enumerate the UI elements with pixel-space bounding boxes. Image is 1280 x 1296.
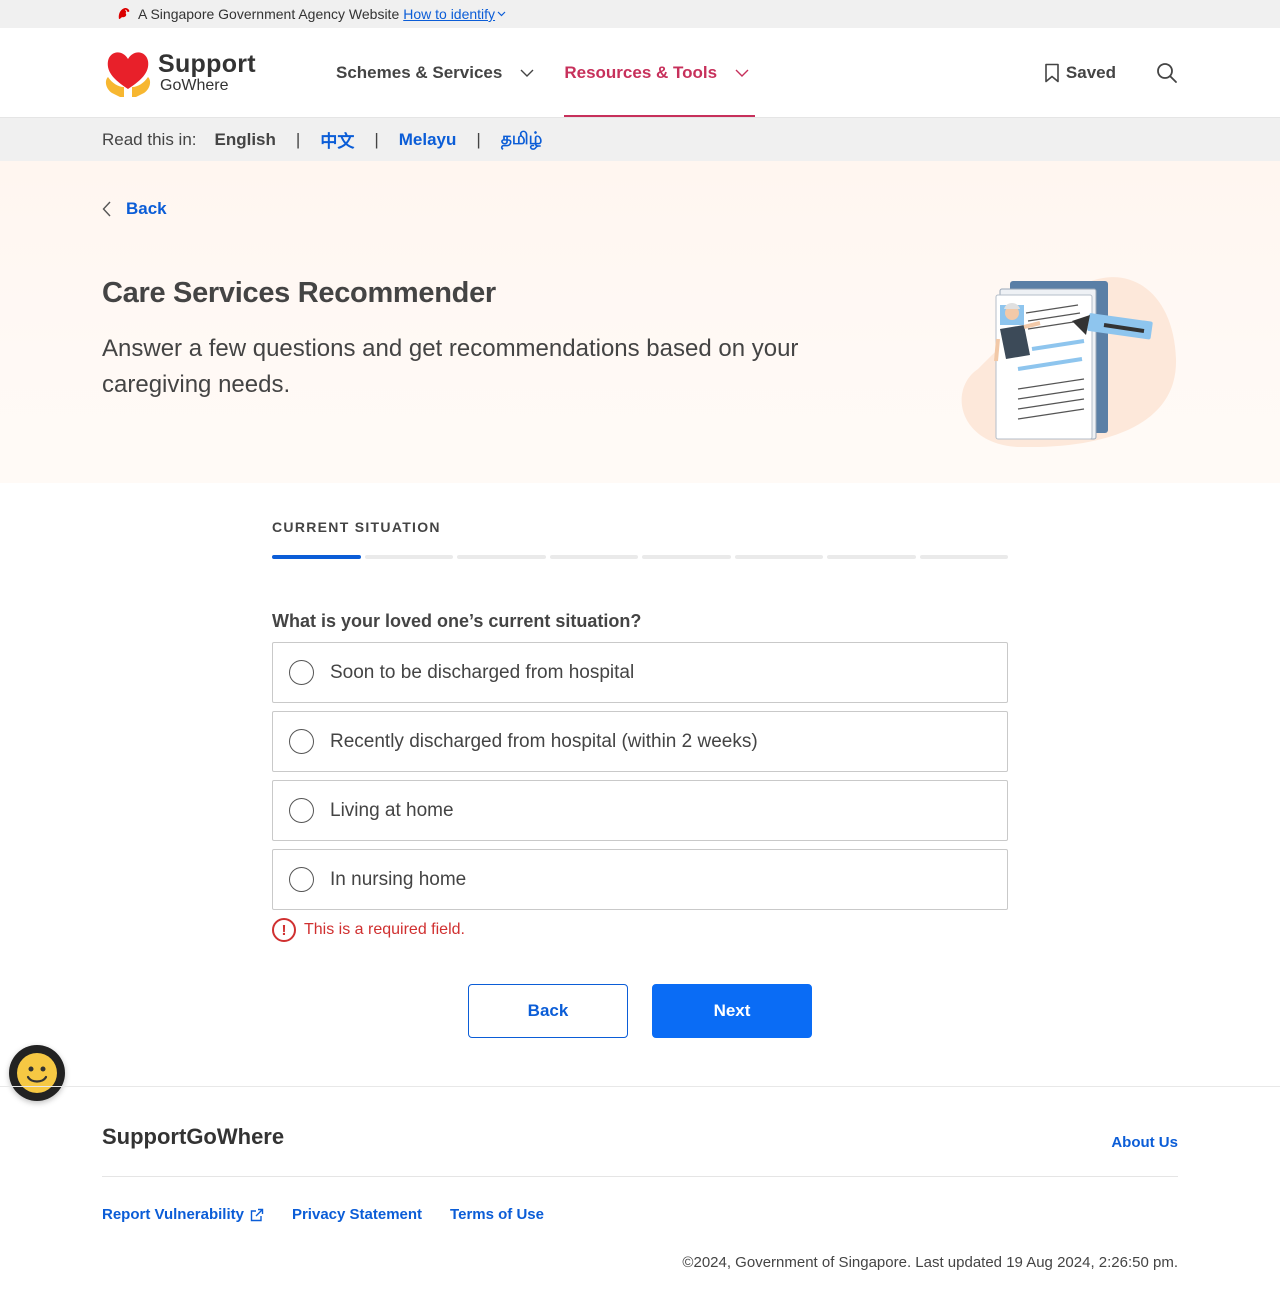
nav-label: Schemes & Services <box>336 62 503 82</box>
nav-resources-tools[interactable]: Resources & Tools <box>564 28 755 117</box>
required-field-error: ! This is a required field. <box>272 918 1008 942</box>
chatbot-button[interactable] <box>9 1045 65 1101</box>
option-soon-discharged[interactable]: Soon to be discharged from hospital <box>272 642 1008 703</box>
error-icon: ! <box>272 918 296 942</box>
option-label: In nursing home <box>330 868 467 890</box>
link-label: Report Vulnerability <box>102 1206 244 1223</box>
site-header: Support GoWhere Schemes & Services Resou… <box>0 28 1280 117</box>
saved-button[interactable]: Saved <box>1044 63 1116 83</box>
external-link-icon <box>250 1208 264 1221</box>
chevron-down-icon[interactable] <box>497 9 506 20</box>
recommender-form: CURRENT SITUATION What is your loved one… <box>272 483 1008 1038</box>
search-button[interactable] <box>1156 62 1178 84</box>
progress-bar <box>272 555 1008 559</box>
language-bar: Read this in: English | 中文 | Melayu | தம… <box>0 117 1280 161</box>
chevron-left-icon <box>102 201 111 217</box>
terms-of-use-link[interactable]: Terms of Use <box>450 1206 544 1223</box>
progress-segment <box>642 555 731 559</box>
back-button[interactable]: Back <box>468 984 628 1038</box>
language-label: Read this in: <box>102 129 197 149</box>
lang-english[interactable]: English <box>215 130 276 150</box>
how-to-identify-link[interactable]: How to identify <box>403 6 495 22</box>
progress-segment <box>364 555 453 559</box>
site-logo[interactable]: Support GoWhere <box>102 47 336 99</box>
radio-button[interactable] <box>289 867 314 892</box>
option-recently-discharged[interactable]: Recently discharged from hospital (withi… <box>272 711 1008 772</box>
option-label: Recently discharged from hospital (withi… <box>330 730 758 752</box>
error-text: This is a required field. <box>304 921 465 938</box>
radio-group: Soon to be discharged from hospital Rece… <box>272 642 1008 910</box>
progress-segment <box>734 555 823 559</box>
search-icon <box>1157 62 1177 83</box>
lang-malay[interactable]: Melayu <box>399 130 457 150</box>
masthead-text: A Singapore Government Agency Website <box>138 6 400 22</box>
progress-segment <box>919 555 1008 559</box>
divider: | <box>295 129 301 149</box>
logo-line2: GoWhere <box>160 76 229 94</box>
radio-button[interactable] <box>289 729 314 754</box>
main-nav: Schemes & Services Resources & Tools <box>336 28 779 117</box>
question-text: What is your loved one’s current situati… <box>272 611 642 631</box>
option-label: Living at home <box>330 799 454 821</box>
radio-button[interactable] <box>289 798 314 823</box>
progress-segment <box>549 555 638 559</box>
back-link-label: Back <box>126 199 167 218</box>
page-title: Care Services Recommender <box>102 277 496 309</box>
form-actions: Back Next <box>272 984 1008 1038</box>
saved-label: Saved <box>1065 62 1116 82</box>
radio-button[interactable] <box>289 660 314 685</box>
smiley-chat-icon <box>17 1053 57 1093</box>
page-subtitle: Answer a few questions and get recommend… <box>102 335 799 398</box>
gov-masthead: A Singapore Government Agency Website Ho… <box>0 0 1280 28</box>
footer-links: Report Vulnerability Privacy Statement T… <box>102 1206 544 1223</box>
site-footer: SupportGoWhere About Us Report Vulnerabi… <box>0 1086 1280 1271</box>
bookmark-icon <box>1045 63 1059 82</box>
back-link[interactable]: Back <box>102 199 167 219</box>
lang-chinese[interactable]: 中文 <box>320 127 354 152</box>
copyright-text: ©2024, Government of Singapore. Last upd… <box>682 1254 1178 1271</box>
nav-label: Resources & Tools <box>564 62 718 82</box>
progress-segment <box>272 555 361 559</box>
progress-segment <box>827 555 916 559</box>
option-nursing-home[interactable]: In nursing home <box>272 849 1008 910</box>
lang-tamil[interactable]: தமிழ் <box>501 129 543 151</box>
logo-line1: Support <box>158 49 256 78</box>
clipboard-illustration <box>961 277 1177 447</box>
hero-banner: Back Care Services Recommender Answer a … <box>0 161 1280 483</box>
chevron-down-icon <box>735 69 749 77</box>
option-label: Soon to be discharged from hospital <box>330 661 635 683</box>
option-living-at-home[interactable]: Living at home <box>272 780 1008 841</box>
divider: | <box>374 129 379 149</box>
footer-divider <box>102 1176 1178 1177</box>
report-vulnerability-link[interactable]: Report Vulnerability <box>102 1206 264 1223</box>
progress-segment <box>457 555 546 559</box>
heart-hands-icon <box>105 51 151 97</box>
privacy-statement-link[interactable]: Privacy Statement <box>292 1206 422 1223</box>
step-label: CURRENT SITUATION <box>272 519 441 535</box>
chevron-down-icon <box>520 69 534 77</box>
nav-schemes-services[interactable]: Schemes & Services <box>336 28 534 117</box>
next-button[interactable]: Next <box>652 984 812 1038</box>
lion-head-icon <box>118 8 130 19</box>
footer-brand: SupportGoWhere <box>102 1124 285 1149</box>
about-us-link[interactable]: About Us <box>1111 1134 1178 1151</box>
divider: | <box>476 129 481 149</box>
